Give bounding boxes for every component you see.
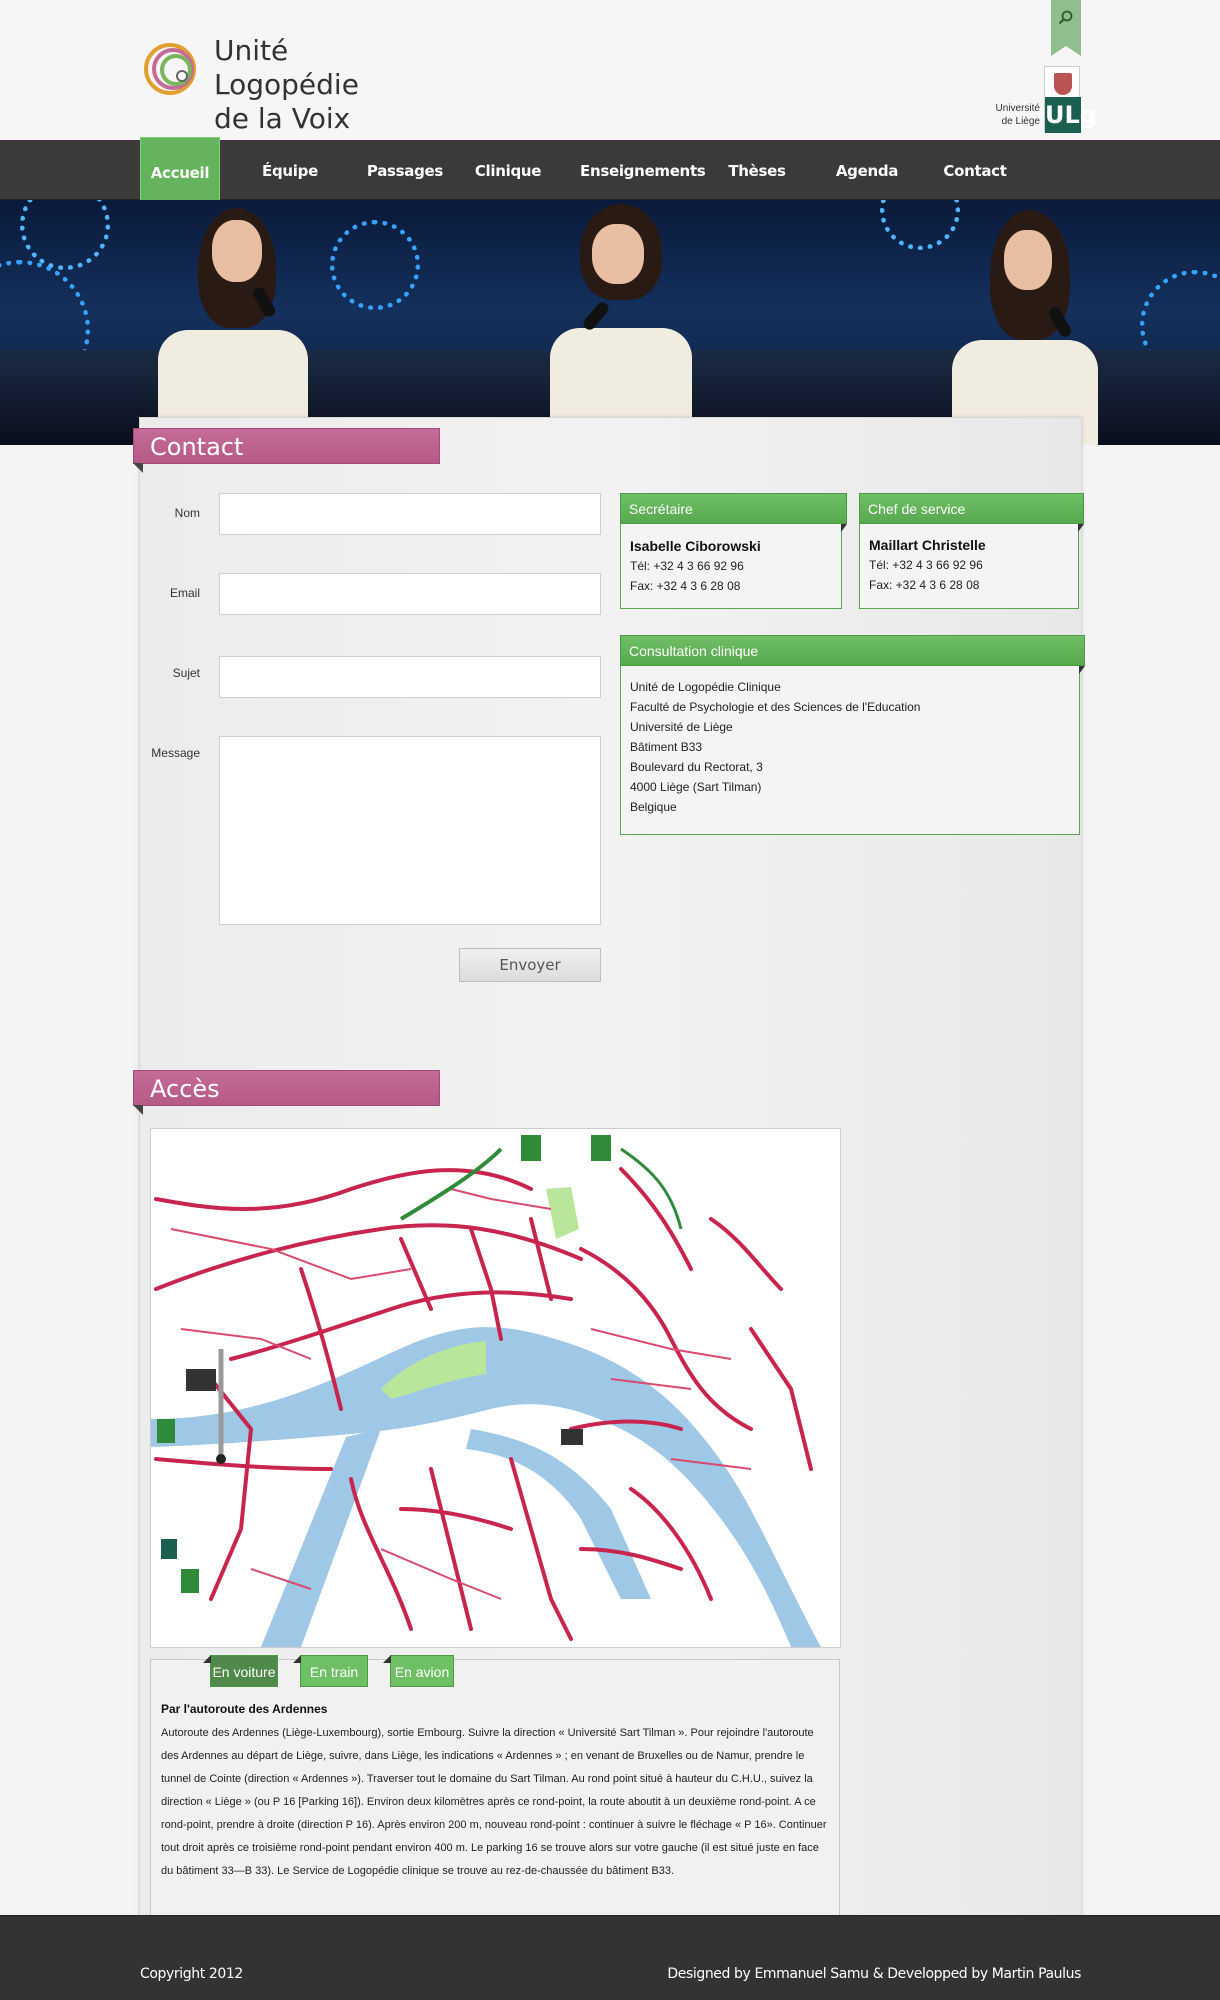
email-label: Email bbox=[169, 586, 200, 600]
address-line: Université de Liège bbox=[630, 720, 733, 734]
chief-card-title: Chef de service bbox=[859, 493, 1084, 532]
name-input[interactable] bbox=[219, 493, 601, 535]
site-logo[interactable]: Unité Logopédie de la Voix bbox=[140, 34, 440, 135]
directions-text: Autoroute des Ardennes (Liège-Luxembourg… bbox=[161, 1727, 827, 1877]
singer-center bbox=[540, 200, 700, 445]
chief-card: Chef de service Maillart Christelle Tél:… bbox=[859, 493, 1084, 609]
nav-item-theses[interactable]: Thèses bbox=[720, 141, 794, 201]
address-line: Unité de Logopédie Clinique bbox=[630, 680, 781, 694]
hero-banner bbox=[0, 200, 1220, 445]
logo-rings-icon bbox=[144, 43, 196, 95]
address-line: Boulevard du Rectorat, 3 bbox=[630, 760, 763, 774]
ulg-emblem: ULg bbox=[1044, 66, 1097, 133]
search-button[interactable] bbox=[1051, 0, 1081, 56]
chief-fax: Fax: +32 4 3 6 28 08 bbox=[869, 578, 980, 592]
ulg-mark-text: ULg bbox=[1045, 97, 1097, 133]
name-label: Nom bbox=[174, 506, 200, 520]
stage-light bbox=[20, 200, 110, 270]
send-button[interactable]: Envoyer bbox=[459, 948, 601, 982]
message-label: Message bbox=[151, 746, 200, 760]
directions-title: Par l'autoroute des Ardennes bbox=[161, 1702, 328, 1716]
consultation-card: Consultation clinique Unité de Logopédie… bbox=[620, 635, 1085, 835]
nav-item-equipe[interactable]: Équipe bbox=[250, 141, 330, 201]
university-name: Université de Liège bbox=[995, 103, 1040, 127]
nav-item-contact[interactable]: Contact bbox=[936, 141, 1014, 201]
site-header: Unité Logopédie de la Voix Université de… bbox=[0, 0, 1220, 140]
access-heading: Accès bbox=[133, 1070, 440, 1115]
contact-heading: Contact bbox=[133, 428, 440, 473]
address-line: Belgique bbox=[630, 800, 677, 814]
consultation-card-title: Consultation clinique bbox=[620, 635, 1085, 674]
address-line: Bâtiment B33 bbox=[630, 740, 703, 754]
nav-item-accueil[interactable]: Accueil bbox=[140, 137, 220, 207]
message-textarea[interactable] bbox=[219, 736, 601, 925]
email-input[interactable] bbox=[219, 573, 601, 615]
nav-item-agenda[interactable]: Agenda bbox=[830, 141, 904, 201]
stage-light bbox=[330, 220, 420, 310]
nav-item-enseignements[interactable]: Enseignements bbox=[580, 141, 706, 201]
secretary-phone: Tél: +32 4 3 66 92 96 bbox=[630, 559, 744, 573]
access-map[interactable] bbox=[150, 1128, 841, 1648]
copyright: Copyright 2012 bbox=[140, 1966, 243, 1982]
secretary-card-title: Secrétaire bbox=[620, 493, 847, 532]
address-line: 4000 Liège (Sart Tilman) bbox=[630, 780, 762, 794]
city-map-image bbox=[151, 1135, 821, 1647]
tab-plane[interactable]: En avion bbox=[383, 1655, 454, 1687]
subject-label: Sujet bbox=[172, 666, 200, 680]
secretary-card: Secrétaire Isabelle Ciborowski Tél: +32 … bbox=[620, 493, 847, 609]
main-nav: Accueil Équipe Passages Clinique Enseign… bbox=[0, 137, 1220, 207]
tab-train[interactable]: En train bbox=[293, 1655, 368, 1687]
secretary-fax: Fax: +32 4 3 6 28 08 bbox=[630, 579, 741, 593]
nav-item-passages[interactable]: Passages bbox=[360, 141, 450, 201]
chief-name: Maillart Christelle bbox=[869, 537, 986, 553]
address-line: Faculté de Psychologie et des Sciences d… bbox=[630, 700, 921, 714]
credits: Designed by Emmanuel Samu & Developped b… bbox=[667, 1966, 1081, 1982]
tab-car[interactable]: En voiture bbox=[203, 1655, 278, 1687]
singer-right bbox=[940, 210, 1100, 445]
university-logo[interactable]: Université de Liège ULg bbox=[985, 66, 1097, 136]
site-title: Unité Logopédie de la Voix bbox=[214, 34, 359, 135]
secretary-name: Isabelle Ciborowski bbox=[630, 538, 761, 554]
chief-phone: Tél: +32 4 3 66 92 96 bbox=[869, 558, 983, 572]
nav-item-clinique[interactable]: Clinique bbox=[466, 141, 550, 201]
search-icon bbox=[1058, 10, 1073, 25]
subject-input[interactable] bbox=[219, 656, 601, 698]
site-footer: Copyright 2012 Designed by Emmanuel Samu… bbox=[0, 1915, 1220, 2000]
crest-icon bbox=[1054, 73, 1072, 95]
singer-left bbox=[150, 200, 310, 445]
